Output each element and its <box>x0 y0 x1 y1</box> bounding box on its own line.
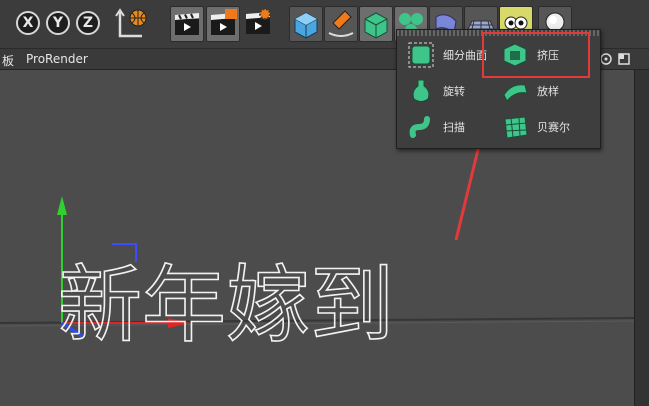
menu-item-label: 贝赛尔 <box>537 121 570 134</box>
menu-item-label: 扫描 <box>443 121 465 134</box>
menu-item-label: 旋转 <box>443 85 465 98</box>
menu-item-loft[interactable]: 放样 <box>497 75 593 107</box>
subdivision-surface-icon <box>408 42 434 68</box>
menu-item-label: 放样 <box>537 85 559 98</box>
extrude-highlight-box <box>482 32 590 78</box>
menu-item-label: 细分曲面 <box>443 49 487 62</box>
spline-text-object[interactable]: 新年嫁到 <box>57 255 395 355</box>
loft-icon <box>503 84 528 102</box>
menu-item-lathe[interactable]: 旋转 <box>403 75 493 107</box>
menu-item-bezier[interactable]: 贝赛尔 <box>497 111 593 143</box>
sweep-icon <box>409 116 430 138</box>
lathe-icon <box>412 79 430 102</box>
menu-item-subdivision-surface[interactable]: 细分曲面 <box>403 39 493 71</box>
menu-item-sweep[interactable]: 扫描 <box>403 111 493 143</box>
bezier-icon <box>504 116 528 139</box>
